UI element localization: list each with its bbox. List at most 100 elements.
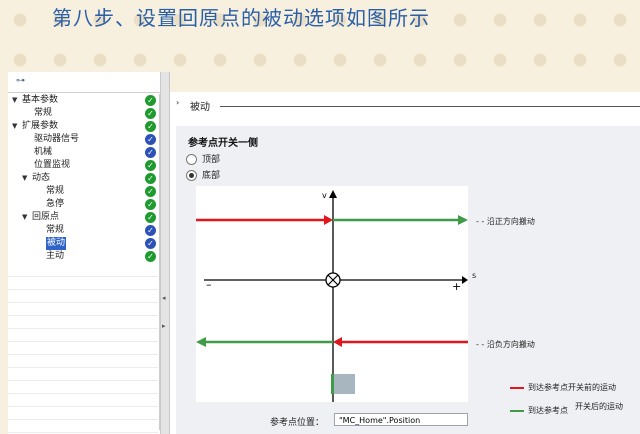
legend-after-swatch xyxy=(510,409,524,412)
section-title: 被动 xyxy=(190,102,210,113)
positive-before-arrow xyxy=(324,215,333,225)
negative-direction-note: - - 沿负方向搬动 xyxy=(476,340,535,349)
panel-splitter[interactable]: ◂ ▸ xyxy=(160,72,170,434)
tree-toolbar: ⊶ xyxy=(8,72,168,93)
v-axis-arrow xyxy=(329,190,337,198)
status-ok-icon: ✓ xyxy=(145,173,156,184)
tree-empty-row xyxy=(8,406,158,420)
tree-empty-row xyxy=(8,419,158,433)
tree-item-label: 常规 xyxy=(46,186,65,196)
tree-empty-row xyxy=(8,367,158,381)
axis-s-label: s xyxy=(472,271,477,280)
tree-item[interactable]: 常规 ✓ xyxy=(8,185,158,198)
legend-after-continued: 开关后的运动 xyxy=(575,401,623,412)
status-ok-icon: ✓ xyxy=(145,212,156,223)
status-ok-icon: ✓ xyxy=(145,186,156,197)
status-ok-icon: ✓ xyxy=(145,95,156,106)
tree-item[interactable]: 机械 ✓ xyxy=(8,146,158,159)
tree-item[interactable]: ▼ 动态 ✓ xyxy=(8,172,158,185)
legend-before-text: 到达参考点开关前的运动 xyxy=(528,383,616,392)
tree-empty-row xyxy=(8,341,158,355)
tree-item-label: 被动 xyxy=(46,237,67,250)
expand-arrow-icon[interactable]: ▼ xyxy=(12,120,17,133)
tree-item[interactable]: ▼ 回原点 ✓ xyxy=(8,211,158,224)
tree-item[interactable]: 急停 ✓ xyxy=(8,198,158,211)
ref-position-label: 参考点位置： xyxy=(270,418,325,428)
status-ok-icon: ✓ xyxy=(145,160,156,171)
radio-top-label: 顶部 xyxy=(202,155,221,165)
status-info-icon: ✓ xyxy=(145,134,156,145)
chevron-right-icon[interactable]: › xyxy=(176,98,179,107)
tree-item[interactable]: 常规 ✓ xyxy=(8,107,158,120)
expand-right-icon[interactable]: ▸ xyxy=(162,322,166,330)
status-ok-icon: ✓ xyxy=(145,108,156,119)
tree-item[interactable]: 位置监视 ✓ xyxy=(8,159,158,172)
tree-item-label: 回原点 xyxy=(32,212,60,222)
negative-direction-text: 沿负方向搬动 xyxy=(486,340,535,349)
radio-bottom-label: 底部 xyxy=(202,171,221,181)
expand-arrow-icon[interactable]: ▼ xyxy=(12,94,17,107)
minus-sign: – xyxy=(206,278,212,291)
section-divider xyxy=(220,106,640,107)
parameter-tree: ⊶ ▼ 基本参数 ✓ 常规 ✓ ▼ 扩展参数 ✓ 驱动器信号 ✓ 机械 ✓ 位置监视 ✓ ▼ 动态 ✓ 常规 ✓ 急停… xyxy=(8,72,168,434)
negative-before-arrow xyxy=(333,337,342,347)
s-axis-arrow xyxy=(462,276,468,284)
tree-item[interactable]: ▼ 基本参数 ✓ xyxy=(8,94,158,107)
legend-after-text-2: 开关后的运动 xyxy=(575,402,623,411)
positive-direction-note: - - 沿正方向搬动 xyxy=(476,217,535,226)
tree-item[interactable]: ▼ 扩展参数 ✓ xyxy=(8,120,158,133)
tree-item-label: 常规 xyxy=(34,108,53,118)
reference-switch-edge xyxy=(331,374,334,394)
positive-direction-text: 沿正方向搬动 xyxy=(486,217,535,226)
status-info-icon: ✓ xyxy=(145,147,156,158)
status-ok-icon: ✓ xyxy=(145,251,156,262)
ref-position-field[interactable]: "MC_Home".Position xyxy=(334,413,468,426)
tree-empty-row xyxy=(8,302,158,316)
tree-item-label: 机械 xyxy=(34,147,53,157)
collapse-left-icon[interactable]: ◂ xyxy=(162,294,166,302)
tree-item-label: 主动 xyxy=(46,251,65,261)
legend-after: 到达参考点 xyxy=(510,405,568,416)
status-ok-icon: ✓ xyxy=(145,121,156,132)
tree-item[interactable]: 常规 ✓ xyxy=(8,224,158,237)
status-info-icon: ✓ xyxy=(145,225,156,236)
section-header[interactable]: › 被动 xyxy=(170,92,640,116)
axis-v-label: v xyxy=(322,191,327,200)
homing-diagram: v – + xyxy=(196,186,468,402)
legend-before-swatch xyxy=(510,386,524,389)
radio-bottom[interactable]: 底部 xyxy=(186,168,220,181)
radio-top[interactable]: 顶部 xyxy=(186,152,220,165)
tree-item-label: 位置监视 xyxy=(34,160,71,170)
tree-empty-row xyxy=(8,276,158,290)
negative-after-arrow xyxy=(196,337,206,347)
tree-view-icon[interactable]: ⊶ xyxy=(16,76,25,86)
radio-top-button[interactable] xyxy=(186,154,197,165)
tree-item-label: 急停 xyxy=(46,199,65,209)
tree-item-label: 动态 xyxy=(32,173,51,183)
tree-item[interactable]: 被动 ✓ xyxy=(8,237,158,250)
radio-bottom-button[interactable] xyxy=(186,170,197,181)
tree-empty-row xyxy=(8,354,158,368)
tree-empty-row xyxy=(8,315,158,329)
tree-empty-row xyxy=(8,380,158,394)
slide-title: 第八步、设置回原点的被动选项如图所示 xyxy=(52,6,430,30)
status-ok-icon: ✓ xyxy=(145,199,156,210)
tree-item[interactable]: 驱动器信号 ✓ xyxy=(8,133,158,146)
plus-sign: + xyxy=(452,280,461,293)
status-info-icon: ✓ xyxy=(145,238,156,249)
tree-item[interactable]: 主动 ✓ xyxy=(8,250,158,263)
tree-item-label: 基本参数 xyxy=(22,95,59,105)
positive-after-arrow xyxy=(458,215,468,225)
tree-empty-row xyxy=(8,393,158,407)
tree-item-label: 驱动器信号 xyxy=(34,134,80,144)
expand-arrow-icon[interactable]: ▼ xyxy=(22,211,27,224)
tree-empty-row xyxy=(8,289,158,303)
expand-arrow-icon[interactable]: ▼ xyxy=(22,172,27,185)
legend-before: 到达参考点开关前的运动 xyxy=(510,382,616,393)
tree-item-label: 扩展参数 xyxy=(22,121,59,131)
homing-diagram-svg: v – + xyxy=(196,190,468,402)
reference-switch xyxy=(331,374,355,394)
tree-item-label: 常规 xyxy=(46,225,65,235)
tree-empty-row xyxy=(8,328,158,342)
legend-after-text-1: 到达参考点 xyxy=(528,406,568,415)
